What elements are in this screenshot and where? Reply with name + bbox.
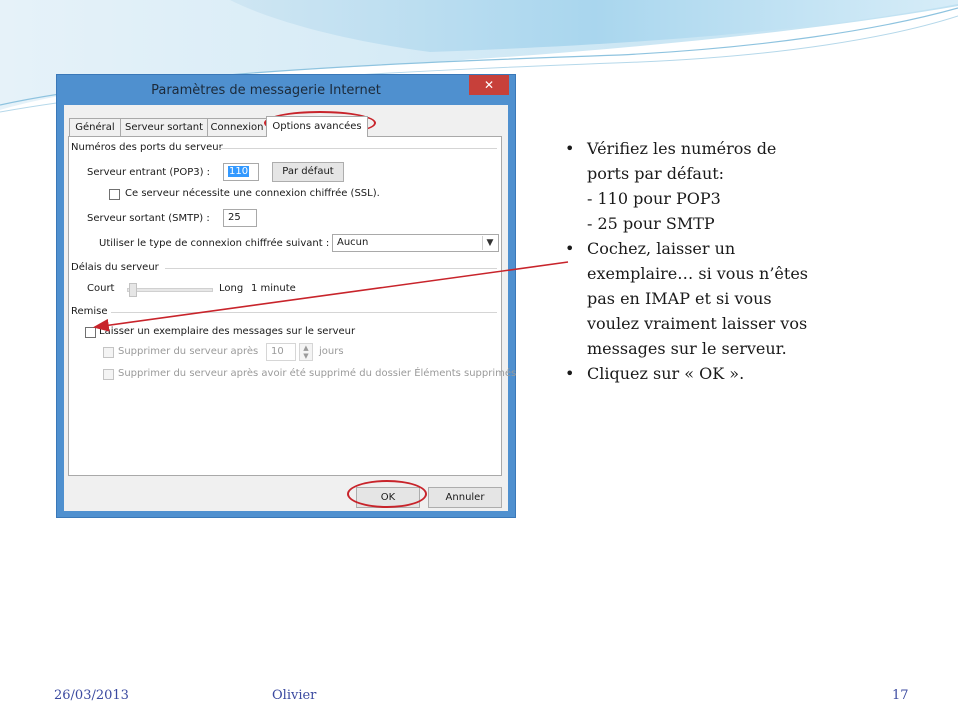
instruction-item-ok: • Cliquez sur « OK ».	[565, 361, 865, 386]
footer-date: 26/03/2013	[54, 688, 129, 703]
footer-author: Olivier	[272, 688, 317, 703]
bullet-marker: •	[565, 239, 575, 258]
instruction-text: Cochez, laisser un	[587, 239, 736, 258]
instruction-text: exemplaire… si vous n’êtes	[587, 264, 809, 283]
instruction-item-leave-copy: • Cochez, laisser un exemplaire… si vous…	[565, 236, 865, 361]
instruction-text: voulez vraiment laisser vos	[587, 314, 808, 333]
instruction-text: - 25 pour SMTP	[587, 214, 715, 233]
bullet-marker: •	[565, 364, 575, 383]
instruction-item-ports: • Vérifiez les numéros de ports par défa…	[565, 136, 865, 236]
instruction-text: Vérifiez les numéros de	[587, 139, 777, 158]
instruction-text: pas en IMAP et si vous	[587, 289, 772, 308]
instruction-text: - 110 pour POP3	[587, 189, 721, 208]
instructions-list: • Vérifiez les numéros de ports par défa…	[565, 136, 865, 386]
instruction-text: messages sur le serveur.	[587, 339, 787, 358]
bullet-marker: •	[565, 139, 575, 158]
footer-page-number: 17	[892, 688, 909, 703]
instruction-text: ports par défaut:	[587, 164, 725, 183]
tab-advanced-options[interactable]: Options avancées	[266, 116, 368, 137]
instruction-text: Cliquez sur « OK ».	[587, 364, 745, 383]
